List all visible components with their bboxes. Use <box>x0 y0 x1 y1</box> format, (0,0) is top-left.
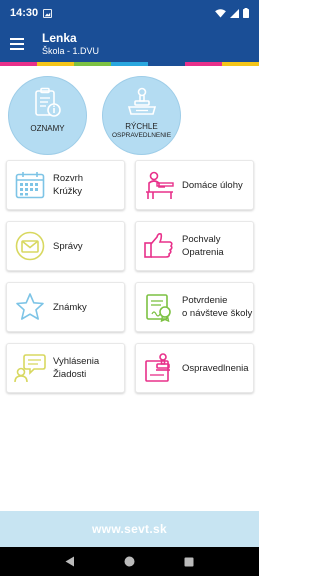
status-time: 14:30 <box>10 7 39 19</box>
footer-website[interactable]: www.sevt.sk <box>0 511 259 547</box>
stripe-segment <box>37 62 74 66</box>
tile-rozvrh-line2: Krúžky <box>53 186 83 197</box>
status-bar: 14:30 <box>0 0 259 26</box>
stripe-segment <box>0 62 37 66</box>
tile-ospravedlnenia[interactable]: Ospravedlnenia <box>135 343 254 393</box>
home-icon[interactable] <box>124 556 135 567</box>
tile-potvrdenie-line1: Potvrdenie <box>182 295 228 306</box>
tile-domace-line1: Domáce úlohy <box>182 179 243 191</box>
tile-znamky[interactable]: Známky <box>6 282 125 332</box>
tile-spravy[interactable]: Správy <box>6 221 125 271</box>
tile-znamky-line1: Známky <box>53 301 87 313</box>
calendar-icon <box>15 172 45 199</box>
student-desk-icon <box>146 171 174 199</box>
oznamy-button[interactable]: OZNAMY <box>8 76 87 155</box>
battery-icon <box>243 8 249 18</box>
ospravedlnenie-label: OSPRAVEDLNENIE <box>111 132 172 139</box>
wifi-icon <box>215 8 226 18</box>
tile-rozvrh-line1: Rozvrh <box>53 173 84 184</box>
stripe-segment <box>111 62 148 66</box>
signal-icon <box>230 8 239 18</box>
rychle-ospravedlnenie-button[interactable]: RÝCHLE OSPRAVEDLNENIE <box>102 76 181 155</box>
tile-ospravedlnenia-line1: Ospravedlnenia <box>182 362 249 374</box>
tile-pochvaly-line2: Opatrenia <box>182 247 224 258</box>
certificate-icon <box>146 294 171 322</box>
footer-text: www.sevt.sk <box>92 522 167 536</box>
app-bar: Lenka Škola - 1.DVU <box>0 26 259 62</box>
gallery-notification-icon <box>43 8 53 18</box>
color-stripe <box>0 62 259 66</box>
school-class: Škola - 1.DVU <box>42 46 100 56</box>
envelope-icon <box>15 231 45 261</box>
speech-person-icon <box>14 354 46 383</box>
stripe-segment <box>74 62 111 66</box>
stamp-paper-icon <box>145 353 170 382</box>
stripe-segment <box>185 62 222 66</box>
clipboard-info-icon <box>34 87 61 117</box>
tile-vyhlasenia-line1: Vyhlásenia <box>53 356 100 367</box>
tile-pochvaly[interactable]: Pochvaly Opatrenia <box>135 221 254 271</box>
tile-vyhlasenia[interactable]: Vyhlásenia Žiadosti <box>6 343 125 393</box>
system-nav-bar <box>0 547 259 576</box>
menu-icon[interactable] <box>10 35 28 53</box>
tile-spravy-line1: Správy <box>53 240 83 252</box>
recents-icon[interactable] <box>184 557 194 567</box>
back-icon[interactable] <box>65 556 75 567</box>
tile-potvrdenie-line2: o návšteve školy <box>182 308 253 319</box>
stripe-segment <box>222 62 259 66</box>
stripe-segment <box>148 62 185 66</box>
user-name: Lenka <box>42 31 77 45</box>
stamp-icon <box>127 87 156 115</box>
tile-pochvaly-line1: Pochvaly <box>182 234 221 245</box>
thumbs-up-icon <box>144 233 173 258</box>
tile-domace-ulohy[interactable]: Domáce úlohy <box>135 160 254 210</box>
tile-potvrdenie[interactable]: Potvrdenie o návšteve školy <box>135 282 254 332</box>
tile-vyhlasenia-line2: Žiadosti <box>53 369 87 380</box>
star-icon <box>16 293 44 320</box>
rychle-label: RÝCHLE <box>125 122 158 131</box>
tile-rozvrh[interactable]: Rozvrh Krúžky <box>6 160 125 210</box>
oznamy-label: OZNAMY <box>30 124 65 133</box>
